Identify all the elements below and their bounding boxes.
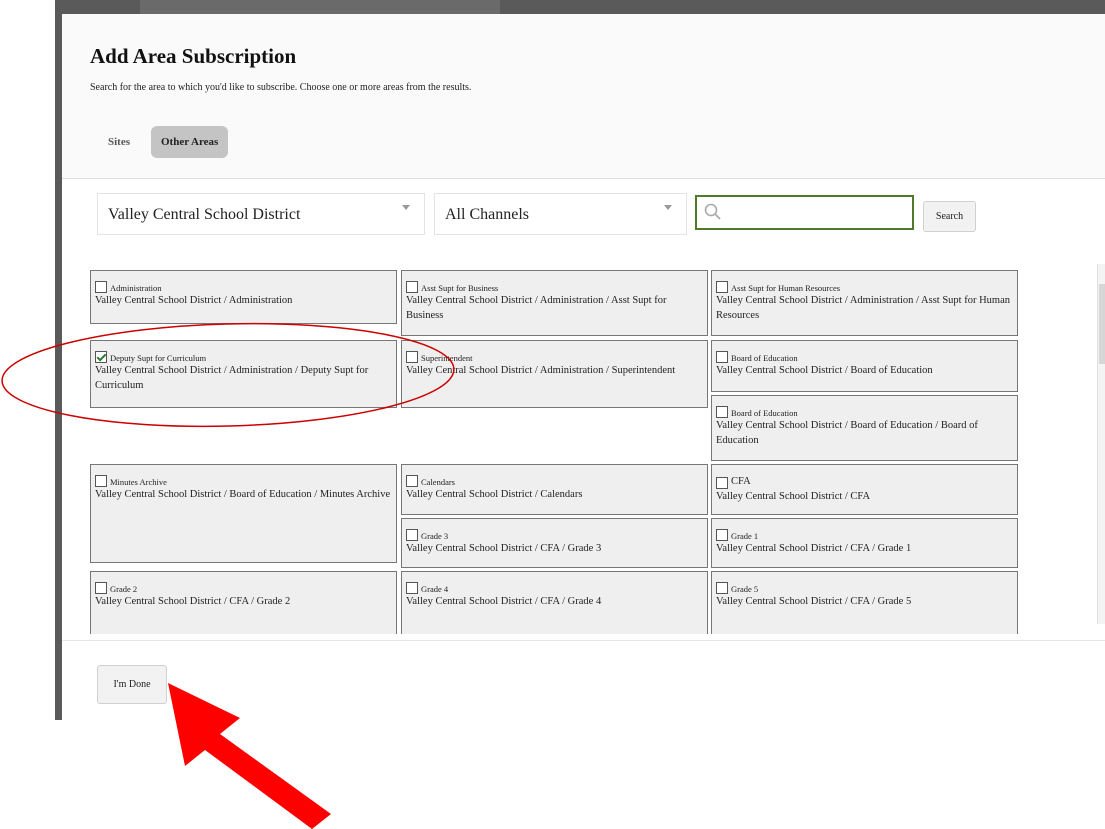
area-name: Board of Education bbox=[731, 353, 798, 363]
area-path: Valley Central School District / Adminis… bbox=[406, 365, 676, 376]
result-card[interactable]: Asst Supt for Business Valley Central Sc… bbox=[401, 270, 708, 336]
result-card[interactable]: Board of Education Valley Central School… bbox=[711, 340, 1018, 392]
checkbox[interactable] bbox=[406, 475, 418, 487]
checkbox[interactable] bbox=[716, 582, 728, 594]
area-path: Valley Central School District / Adminis… bbox=[95, 295, 293, 306]
chevron-down-icon bbox=[402, 205, 410, 210]
search-button[interactable]: Search bbox=[923, 201, 976, 232]
checkbox[interactable] bbox=[95, 475, 107, 487]
result-card[interactable]: Minutes Archive Valley Central School Di… bbox=[90, 464, 397, 563]
tab-other-areas[interactable]: Other Areas bbox=[151, 126, 229, 158]
dialog-title: Add Area Subscription bbox=[90, 44, 297, 68]
result-card[interactable]: Grade 5 Valley Central School District /… bbox=[711, 571, 1018, 634]
chevron-down-icon bbox=[664, 205, 672, 210]
result-card[interactable]: Grade 2 Valley Central School District /… bbox=[90, 571, 397, 634]
result-card[interactable]: Grade 1 Valley Central School District /… bbox=[711, 518, 1018, 568]
area-name: Superintendent bbox=[421, 353, 473, 363]
area-name: Asst Supt for Human Resources bbox=[731, 283, 841, 293]
area-name: Minutes Archive bbox=[110, 477, 167, 487]
search-input[interactable] bbox=[727, 200, 911, 226]
dialog-subtitle: Search for the area to which you'd like … bbox=[90, 82, 472, 93]
area-name: Calendars bbox=[421, 477, 455, 487]
checkbox[interactable] bbox=[406, 582, 418, 594]
district-select[interactable]: Valley Central School District bbox=[97, 193, 425, 235]
channel-select-value: All Channels bbox=[445, 206, 529, 223]
area-name: Grade 3 bbox=[421, 531, 449, 541]
area-name: Grade 1 bbox=[731, 531, 759, 541]
area-name: Board of Education bbox=[731, 408, 798, 418]
result-card[interactable]: Grade 3 Valley Central School District /… bbox=[401, 518, 708, 568]
checkbox[interactable] bbox=[716, 351, 728, 363]
search-icon bbox=[704, 203, 721, 220]
result-card[interactable]: Superintendent Valley Central School Dis… bbox=[401, 340, 708, 408]
area-name: Grade 4 bbox=[421, 584, 449, 594]
area-path: Valley Central School District / Adminis… bbox=[95, 365, 369, 391]
result-card[interactable]: Asst Supt for Human Resources Valley Cen… bbox=[711, 270, 1018, 336]
checkbox-checked[interactable] bbox=[95, 351, 107, 363]
checkbox[interactable] bbox=[716, 406, 728, 418]
channel-select[interactable]: All Channels bbox=[434, 193, 687, 235]
result-card[interactable]: Grade 4 Valley Central School District /… bbox=[401, 571, 708, 634]
area-path: Valley Central School District / CFA / G… bbox=[716, 596, 912, 607]
area-name: Deputy Supt for Curriculum bbox=[110, 353, 207, 363]
checkbox[interactable] bbox=[95, 281, 107, 293]
search-field[interactable] bbox=[695, 195, 914, 230]
area-path: Valley Central School District / Adminis… bbox=[716, 295, 1010, 321]
results-scrollbar[interactable] bbox=[1097, 264, 1105, 624]
checkbox[interactable] bbox=[406, 281, 418, 293]
footer-divider bbox=[62, 640, 1105, 641]
area-path: Valley Central School District / Board o… bbox=[95, 489, 391, 500]
im-done-button[interactable]: I'm Done bbox=[97, 665, 167, 704]
area-path: Valley Central School District / Calenda… bbox=[406, 489, 583, 500]
area-path: Valley Central School District / CFA / G… bbox=[95, 596, 291, 607]
result-card[interactable]: CFA Valley Central School District / CFA bbox=[711, 464, 1018, 515]
district-select-value: Valley Central School District bbox=[108, 206, 301, 223]
tab-sites[interactable]: Sites bbox=[98, 126, 140, 158]
add-area-subscription-dialog: Add Area Subscription Search for the are… bbox=[62, 14, 1105, 720]
area-path: Valley Central School District / Board o… bbox=[716, 365, 933, 376]
checkbox[interactable] bbox=[716, 529, 728, 541]
area-name: CFA bbox=[731, 476, 751, 487]
checkbox[interactable] bbox=[716, 477, 728, 489]
result-card[interactable]: Board of Education Valley Central School… bbox=[711, 395, 1018, 461]
page-backdrop-header bbox=[140, 0, 500, 14]
area-path: Valley Central School District / CFA / G… bbox=[716, 543, 912, 554]
result-card[interactable]: Administration Valley Central School Dis… bbox=[90, 270, 397, 324]
area-path: Valley Central School District / Adminis… bbox=[406, 295, 667, 321]
area-path: Valley Central School District / CFA / G… bbox=[406, 543, 602, 554]
area-name: Asst Supt for Business bbox=[421, 283, 499, 293]
result-card[interactable]: Deputy Supt for Curriculum Valley Centra… bbox=[90, 340, 397, 408]
results-grid: Administration Valley Central School Dis… bbox=[62, 254, 1105, 634]
checkbox[interactable] bbox=[406, 351, 418, 363]
dialog-header: Add Area Subscription Search for the are… bbox=[62, 14, 1105, 179]
area-name: Grade 5 bbox=[731, 584, 759, 594]
result-card[interactable]: Calendars Valley Central School District… bbox=[401, 464, 708, 515]
area-path: Valley Central School District / Board o… bbox=[716, 420, 978, 446]
checkbox[interactable] bbox=[95, 582, 107, 594]
area-name: Grade 2 bbox=[110, 584, 138, 594]
checkbox[interactable] bbox=[406, 529, 418, 541]
area-path: Valley Central School District / CFA bbox=[716, 491, 871, 502]
checkbox[interactable] bbox=[716, 281, 728, 293]
area-name: Administration bbox=[110, 283, 162, 293]
area-path: Valley Central School District / CFA / G… bbox=[406, 596, 602, 607]
scrollbar-thumb[interactable] bbox=[1099, 284, 1105, 364]
